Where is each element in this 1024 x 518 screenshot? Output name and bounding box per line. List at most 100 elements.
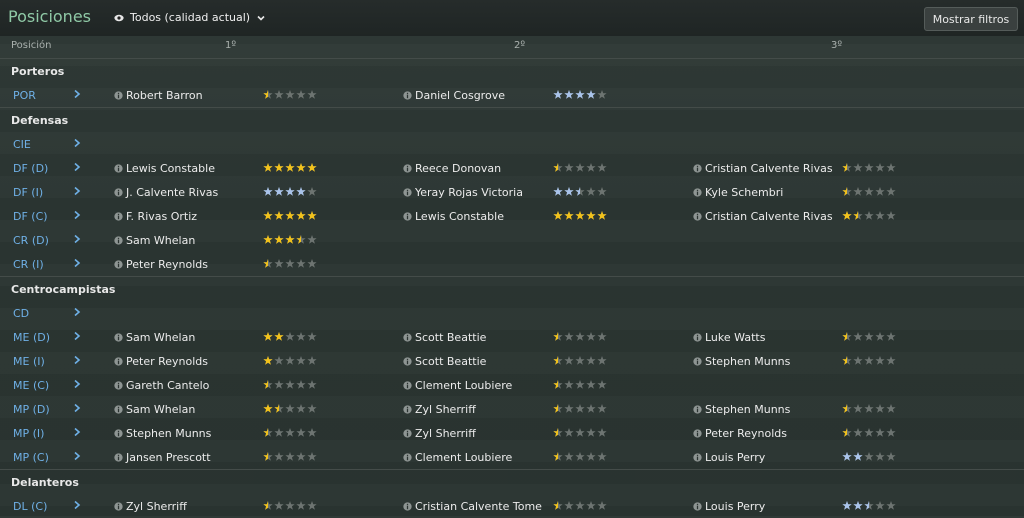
player-name[interactable]: Yeray Rojas Victoria [415,186,523,199]
chevron-right-icon[interactable] [72,450,82,462]
player-name[interactable]: Lewis Constable [415,210,504,223]
player-entry[interactable]: Zyl Sherriff [114,500,187,513]
info-icon[interactable] [114,164,123,173]
info-icon[interactable] [114,405,123,414]
player-name[interactable]: Lewis Constable [126,162,215,175]
info-icon[interactable] [403,453,412,462]
player-name[interactable]: Jansen Prescott [126,451,211,464]
info-icon[interactable] [403,429,412,438]
info-icon[interactable] [693,429,702,438]
player-name[interactable]: Zyl Sherriff [126,500,187,513]
player-name[interactable]: Sam Whelan [126,403,195,416]
position-link[interactable]: ME (I) [13,355,45,368]
info-icon[interactable] [693,357,702,366]
info-icon[interactable] [693,333,702,342]
player-name[interactable]: Peter Reynolds [126,355,208,368]
player-entry[interactable]: Gareth Cantelo [114,379,209,392]
player-name[interactable]: Peter Reynolds [126,258,208,271]
position-link[interactable]: MP (C) [13,451,49,464]
player-name[interactable]: Cristian Calvente Tome [415,500,542,513]
player-entry[interactable]: F. Rivas Ortiz [114,210,197,223]
player-name[interactable]: Gareth Cantelo [126,379,209,392]
chevron-right-icon[interactable] [72,402,82,414]
player-entry[interactable]: Scott Beattie [403,355,486,368]
info-icon[interactable] [693,164,702,173]
player-entry[interactable]: Peter Reynolds [693,427,787,440]
chevron-right-icon[interactable] [72,137,82,149]
player-entry[interactable]: Lewis Constable [403,210,504,223]
player-entry[interactable]: Stephen Munns [114,427,211,440]
info-icon[interactable] [403,91,412,100]
player-name[interactable]: Kyle Schembri [705,186,783,199]
player-entry[interactable]: Zyl Sherriff [403,403,476,416]
player-name[interactable]: Louis Perry [705,500,765,513]
info-icon[interactable] [114,260,123,269]
player-entry[interactable]: Sam Whelan [114,331,195,344]
info-icon[interactable] [403,357,412,366]
position-link[interactable]: ME (C) [13,379,49,392]
player-name[interactable]: Clement Loubiere [415,451,512,464]
player-entry[interactable]: Robert Barron [114,89,203,102]
player-name[interactable]: Stephen Munns [705,403,790,416]
info-icon[interactable] [403,212,412,221]
position-link[interactable]: DF (C) [13,210,48,223]
view-select[interactable]: Todos (calidad actual) [114,11,266,24]
player-entry[interactable]: Jansen Prescott [114,451,211,464]
player-name[interactable]: Cristian Calvente Rivas [705,210,833,223]
position-link[interactable]: CR (I) [13,258,44,271]
player-name[interactable]: Luke Watts [705,331,765,344]
player-name[interactable]: Louis Perry [705,451,765,464]
chevron-right-icon[interactable] [72,233,82,245]
position-link[interactable]: DF (D) [13,162,48,175]
player-entry[interactable]: Sam Whelan [114,403,195,416]
info-icon[interactable] [693,405,702,414]
player-entry[interactable]: Peter Reynolds [114,355,208,368]
player-entry[interactable]: Zyl Sherriff [403,427,476,440]
player-entry[interactable]: Scott Beattie [403,331,486,344]
info-icon[interactable] [114,502,123,511]
show-filters-button[interactable]: Mostrar filtros [924,7,1018,31]
chevron-right-icon[interactable] [72,354,82,366]
player-name[interactable]: Scott Beattie [415,331,486,344]
info-icon[interactable] [403,381,412,390]
chevron-right-icon[interactable] [72,378,82,390]
player-name[interactable]: Zyl Sherriff [415,403,476,416]
info-icon[interactable] [693,212,702,221]
chevron-right-icon[interactable] [72,426,82,438]
player-entry[interactable]: Clement Loubiere [403,379,512,392]
player-entry[interactable]: Lewis Constable [114,162,215,175]
info-icon[interactable] [114,381,123,390]
player-name[interactable]: Daniel Cosgrove [415,89,505,102]
player-name[interactable]: Sam Whelan [126,331,195,344]
position-link[interactable]: MP (I) [13,427,44,440]
player-name[interactable]: Zyl Sherriff [415,427,476,440]
player-entry[interactable]: Cristian Calvente Tome [403,500,542,513]
player-name[interactable]: Scott Beattie [415,355,486,368]
player-entry[interactable]: Reece Donovan [403,162,501,175]
info-icon[interactable] [693,188,702,197]
player-name[interactable]: Reece Donovan [415,162,501,175]
player-name[interactable]: Sam Whelan [126,234,195,247]
info-icon[interactable] [114,357,123,366]
player-entry[interactable]: Kyle Schembri [693,186,783,199]
player-name[interactable]: Cristian Calvente Rivas [705,162,833,175]
info-icon[interactable] [403,188,412,197]
player-name[interactable]: Stephen Munns [705,355,790,368]
player-name[interactable]: Robert Barron [126,89,203,102]
position-link[interactable]: DL (C) [13,500,47,513]
info-icon[interactable] [114,333,123,342]
info-icon[interactable] [403,164,412,173]
column-header-position[interactable]: Posición [11,40,52,51]
player-entry[interactable]: Stephen Munns [693,355,790,368]
info-icon[interactable] [403,405,412,414]
player-name[interactable]: F. Rivas Ortiz [126,210,197,223]
info-icon[interactable] [114,453,123,462]
player-entry[interactable]: Sam Whelan [114,234,195,247]
player-name[interactable]: J. Calvente Rivas [126,186,218,199]
player-name[interactable]: Stephen Munns [126,427,211,440]
player-name[interactable]: Peter Reynolds [705,427,787,440]
player-name[interactable]: Clement Loubiere [415,379,512,392]
chevron-right-icon[interactable] [72,185,82,197]
chevron-right-icon[interactable] [72,330,82,342]
position-link[interactable]: CD [13,307,29,320]
